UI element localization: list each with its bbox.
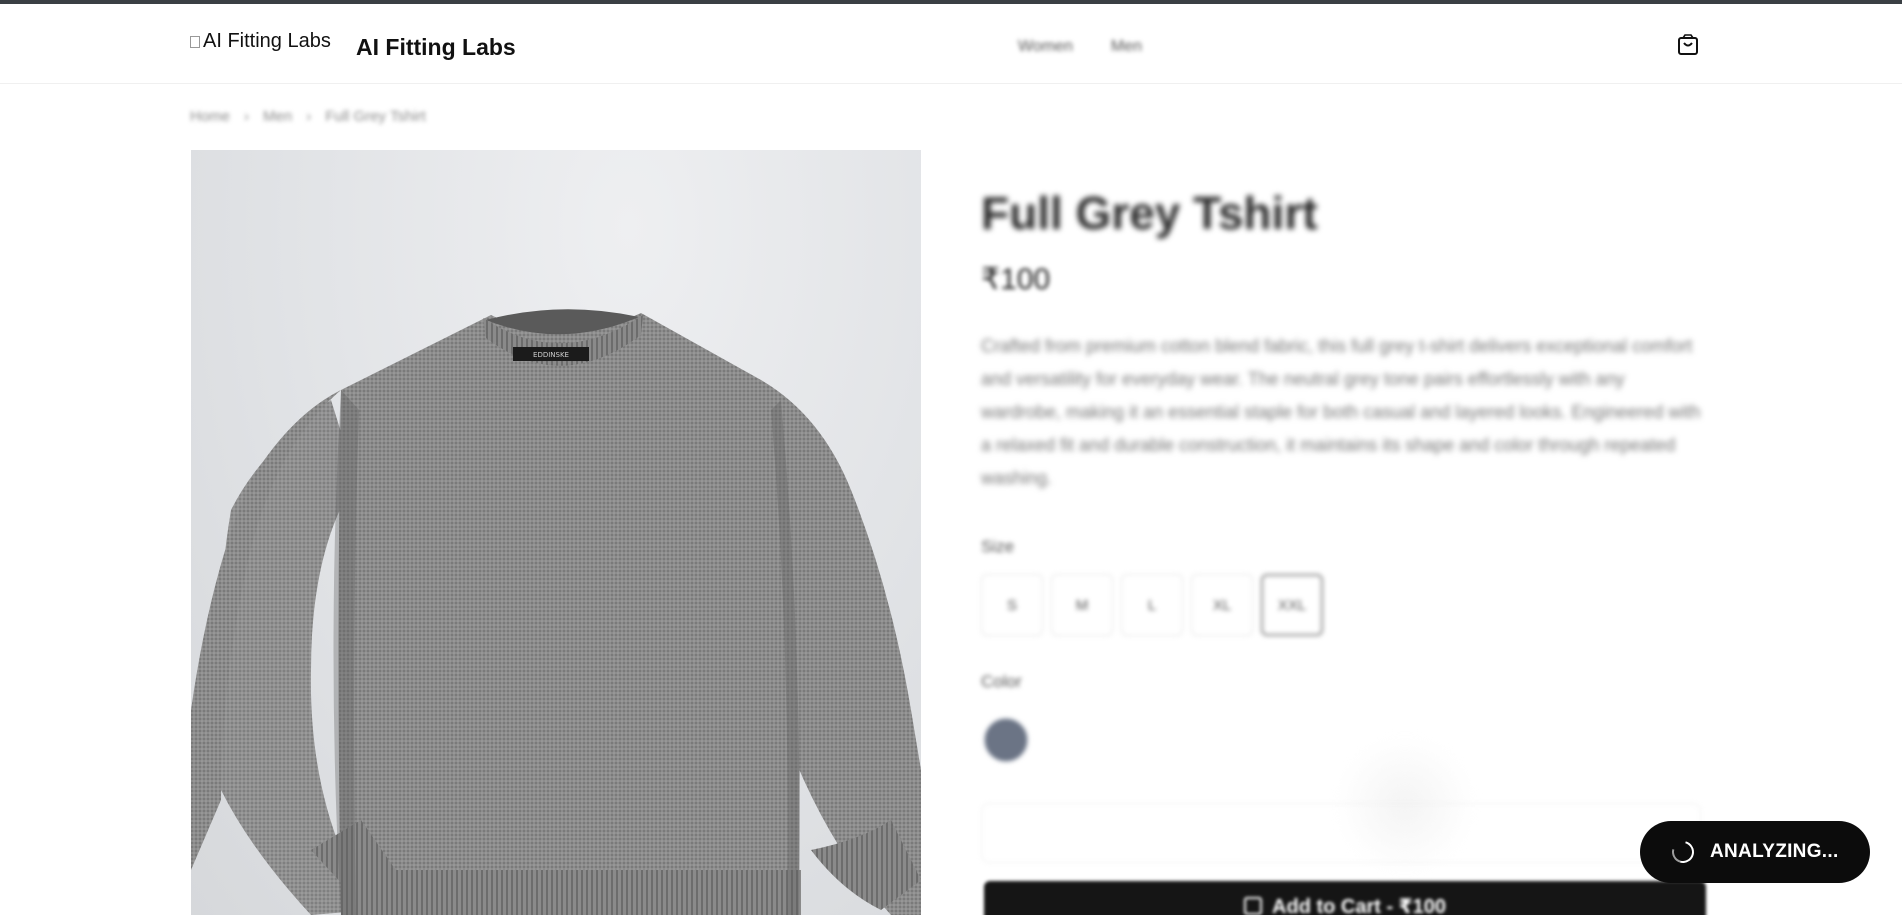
- analyzing-label: ANALYZING...: [1710, 841, 1839, 862]
- size-option-xxl[interactable]: XXL: [1261, 574, 1323, 636]
- nav-link-women[interactable]: Women: [1018, 38, 1073, 56]
- color-swatch-grey[interactable]: [983, 717, 1029, 763]
- product-title: Full Grey Tshirt: [981, 187, 1318, 239]
- breadcrumb: Home › Men › Full Grey Tshirt: [190, 108, 426, 125]
- size-option-s[interactable]: S: [981, 574, 1043, 636]
- brand-name[interactable]: AI Fitting Labs: [356, 34, 516, 61]
- product-price: ₹100: [981, 263, 1051, 296]
- breadcrumb-separator: ›: [244, 108, 250, 125]
- product-description: Crafted from premium cotton blend fabric…: [981, 336, 1701, 488]
- add-to-cart-label: Add to Cart - ₹100: [1272, 895, 1446, 915]
- size-option-l[interactable]: L: [1121, 574, 1183, 636]
- product-image: EDDINSKE: [191, 150, 921, 915]
- nav-link-men[interactable]: Men: [1111, 38, 1142, 56]
- size-option-xl[interactable]: XL: [1191, 574, 1253, 636]
- breadcrumb-separator: ›: [306, 108, 312, 125]
- logo-alt-text: AI Fitting Labs: [203, 30, 331, 52]
- main-nav: Women Men: [1018, 38, 1142, 56]
- color-label: Color: [981, 672, 1022, 691]
- shopping-bag-icon: [1244, 897, 1263, 915]
- analyzing-status-pill: ANALYZING...: [1640, 821, 1870, 883]
- add-to-cart-button[interactable]: Add to Cart - ₹100: [984, 881, 1706, 915]
- site-header: AI Fitting Labs AI Fitting Labs Women Me…: [0, 4, 1902, 84]
- size-option-m[interactable]: M: [1051, 574, 1113, 636]
- collar-tag: EDDINSKE: [533, 351, 569, 359]
- logo-image[interactable]: AI Fitting Labs: [190, 30, 331, 53]
- breadcrumb-current: Full Grey Tshirt: [325, 108, 426, 125]
- quantity-box[interactable]: [981, 803, 1701, 863]
- size-selector: S M L XL XXL: [981, 574, 1323, 636]
- breadcrumb-men[interactable]: Men: [263, 108, 292, 125]
- breadcrumb-home[interactable]: Home: [190, 108, 230, 125]
- spinner-icon: [1667, 836, 1699, 868]
- shopping-bag-icon[interactable]: [1677, 34, 1699, 56]
- size-label: Size: [981, 537, 1015, 556]
- broken-image-icon: [190, 36, 200, 48]
